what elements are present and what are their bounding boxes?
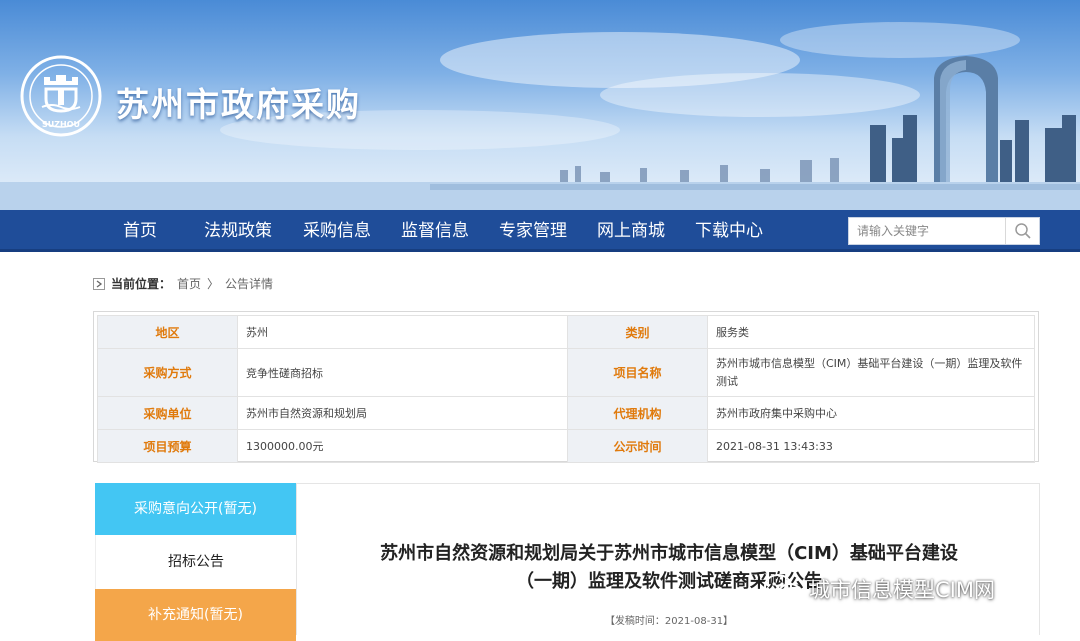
svg-text:SUZHOU: SUZHOU: [42, 120, 80, 129]
agency-label: 代理机构: [567, 396, 708, 430]
tab-tender-notice[interactable]: 招标公告: [95, 535, 296, 589]
site-title: 苏州市政府采购: [116, 85, 361, 124]
main-navigation: 首页 法规政策 采购信息 监督信息 专家管理 网上商城 下载中心: [0, 210, 1080, 252]
table-row: 采购方式 竞争性磋商招标 项目名称 苏州市城市信息模型（CIM）基础平台建设（一…: [97, 348, 1035, 397]
search-icon: [1014, 223, 1031, 239]
nav-procurement-info[interactable]: 采购信息: [303, 210, 371, 252]
category-label: 类别: [567, 315, 708, 349]
watermark-text: 城市信息模型CIM网: [809, 578, 995, 602]
project-info-table: 地区 苏州 类别 服务类 采购方式 竞争性磋商招标 项目名称 苏州市城市信息模型…: [97, 315, 1035, 463]
budget-label: 项目预算: [97, 429, 238, 463]
suzhou-logo: SUZHOU: [20, 55, 102, 137]
breadcrumb-current: 公告详情: [225, 277, 274, 291]
nav-regulations[interactable]: 法规政策: [204, 210, 272, 252]
region-value: 苏州: [237, 315, 568, 349]
breadcrumb-home[interactable]: 首页: [177, 275, 201, 292]
nav-home[interactable]: 首页: [123, 210, 157, 252]
notice-tabs: 采购意向公开(暂无) 招标公告 补充通知(暂无): [95, 483, 296, 641]
wechat-icon: [764, 574, 802, 603]
notice-content: 苏州市自然资源和规划局关于苏州市城市信息模型（CIM）基础平台建设 （一期）监理…: [296, 483, 1040, 635]
project-info-panel: 地区 苏州 类别 服务类 采购方式 竞争性磋商招标 项目名称 苏州市城市信息模型…: [93, 311, 1039, 463]
search-input[interactable]: [849, 218, 1007, 244]
nav-download-center[interactable]: 下载中心: [695, 210, 763, 252]
category-value: 服务类: [707, 315, 1035, 349]
method-label: 采购方式: [97, 348, 238, 397]
table-row: 地区 苏州 类别 服务类: [97, 315, 1035, 349]
method-value: 竞争性磋商招标: [237, 348, 568, 397]
header-banner: SUZHOU 苏州市政府采购: [0, 0, 1080, 210]
purchaser-label: 采购单位: [97, 396, 238, 430]
nav-supervision-info[interactable]: 监督信息: [401, 210, 469, 252]
purchaser-value: 苏州市自然资源和规划局: [237, 396, 568, 430]
region-label: 地区: [97, 315, 238, 349]
location-icon: [93, 277, 105, 290]
breadcrumb-separator: 〉: [207, 277, 220, 291]
project-name-value: 苏州市城市信息模型（CIM）基础平台建设（一期）监理及软件测试: [707, 348, 1035, 397]
budget-value: 1300000.00元: [237, 429, 568, 463]
search-box: [848, 217, 1040, 245]
nav-expert-management[interactable]: 专家管理: [499, 210, 567, 252]
watermark: 城市信息模型CIM网: [763, 572, 995, 606]
table-row: 采购单位 苏州市自然资源和规划局 代理机构 苏州市政府集中采购中心: [97, 396, 1035, 430]
tab-intention-disclosure[interactable]: 采购意向公开(暂无): [95, 483, 296, 535]
notice-publish-time: 【发稿时间：2021-08-31】: [604, 616, 734, 627]
breadcrumb: 当前位置： 首页 〉 公告详情: [93, 275, 273, 292]
breadcrumb-label: 当前位置：: [111, 277, 172, 291]
project-name-label: 项目名称: [567, 348, 708, 397]
search-button[interactable]: [1005, 218, 1039, 244]
tab-supplementary-notice[interactable]: 补充通知(暂无): [95, 589, 296, 641]
publish-time-label: 公示时间: [567, 429, 708, 463]
publish-time-value: 2021-08-31 13:43:33: [707, 429, 1035, 463]
nav-online-mall[interactable]: 网上商城: [597, 210, 665, 252]
agency-value: 苏州市政府集中采购中心: [707, 396, 1035, 430]
notice-title-line1: 苏州市自然资源和规划局关于苏州市城市信息模型（CIM）基础平台建设: [380, 543, 958, 564]
table-row: 项目预算 1300000.00元 公示时间 2021-08-31 13:43:3…: [97, 429, 1035, 463]
